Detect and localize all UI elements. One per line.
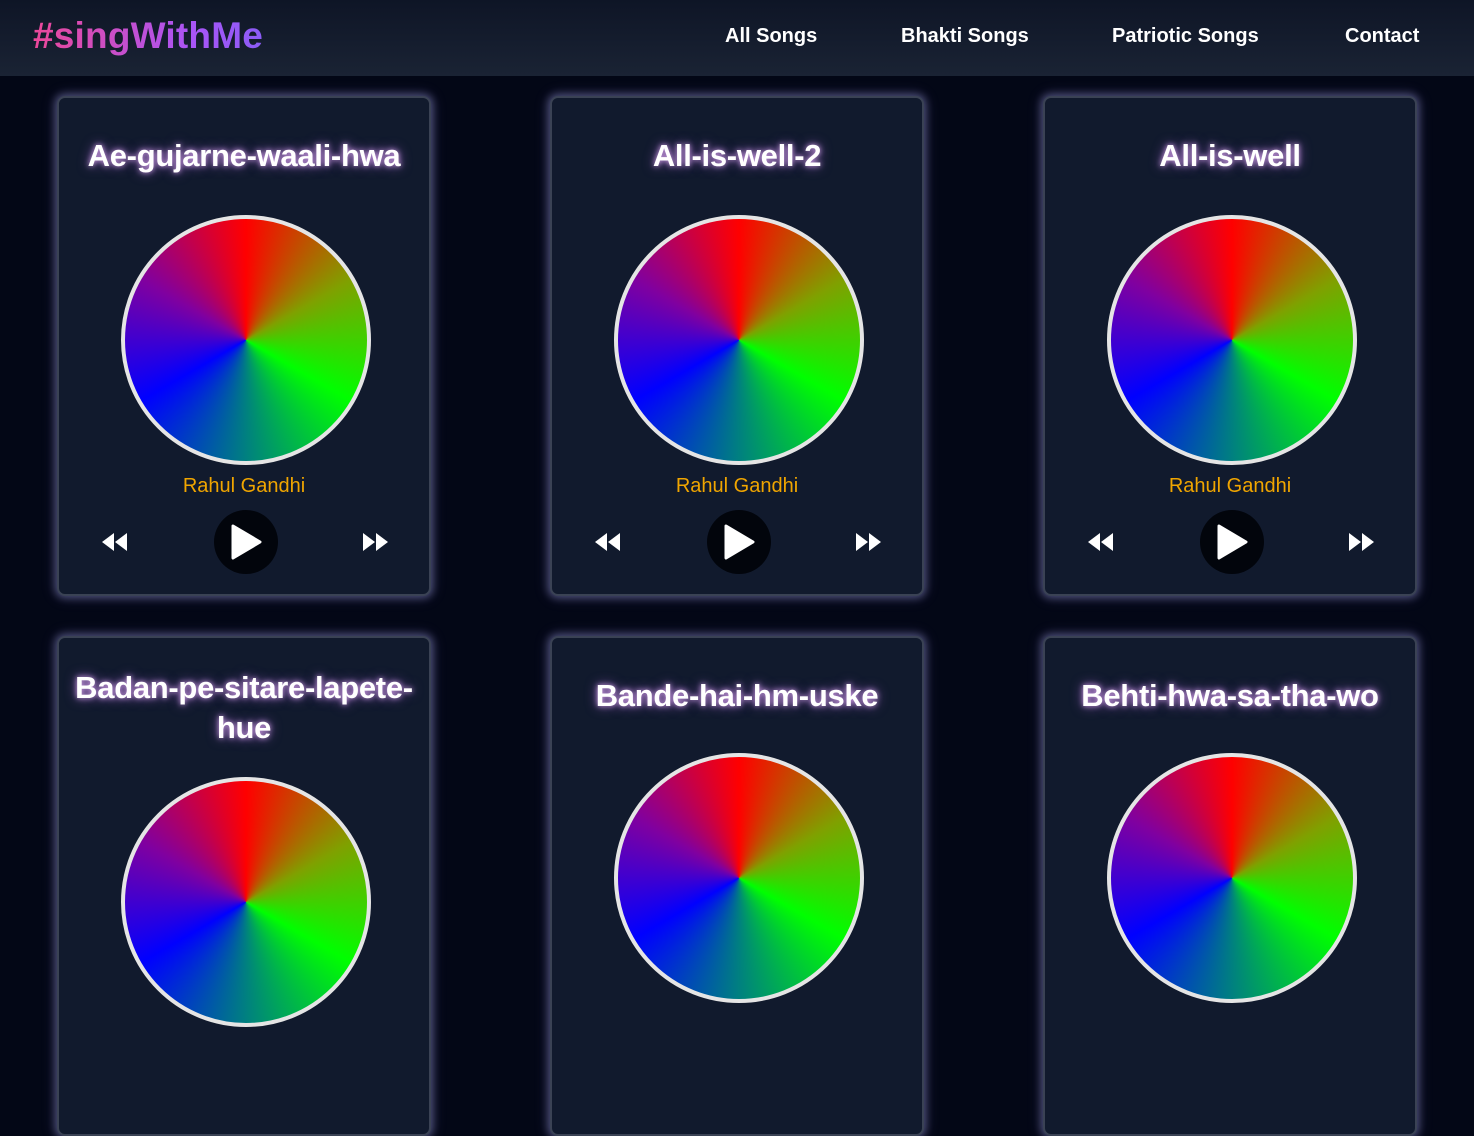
previous-button[interactable] <box>576 510 640 574</box>
player-controls <box>1045 510 1415 574</box>
next-button[interactable] <box>343 510 407 574</box>
song-card: Behti-hwa-sa-tha-wo <box>1043 636 1417 1136</box>
play-icon <box>1217 524 1248 560</box>
song-title: All-is-well <box>1159 138 1301 173</box>
nav-link-patriotic-songs[interactable]: Patriotic Songs <box>1112 24 1259 48</box>
play-button[interactable] <box>707 510 771 574</box>
play-icon <box>724 524 755 560</box>
next-button[interactable] <box>1329 510 1393 574</box>
previous-button[interactable] <box>1069 510 1133 574</box>
song-card: All-is-well-2 Rahul Gandhi <box>550 96 924 596</box>
song-artist: Rahul Gandhi <box>675 475 799 497</box>
navbar: #singWithMe All Songs Bhakti Songs Patri… <box>0 0 1474 76</box>
album-disc[interactable] <box>1107 753 1357 1003</box>
previous-button[interactable] <box>83 510 147 574</box>
play-button[interactable] <box>214 510 278 574</box>
song-title: All-is-well-2 <box>652 138 822 173</box>
nav-link-contact[interactable]: Contact <box>1345 24 1419 48</box>
song-card: Bande-hai-hm-uske <box>550 636 924 1136</box>
song-card: Ae-gujarne-waali-hwa Rahul Gandhi <box>57 96 431 596</box>
song-title: Behti-hwa-sa-tha-wo <box>1081 678 1379 713</box>
song-title: Badan-pe-sitare-lapete-hue <box>75 670 413 745</box>
backward-icon <box>102 533 127 551</box>
forward-icon <box>1349 533 1374 551</box>
player-controls <box>552 510 922 574</box>
album-disc[interactable] <box>121 777 371 1027</box>
album-disc[interactable] <box>614 215 864 465</box>
song-card: Badan-pe-sitare-lapete-hue <box>57 636 431 1136</box>
next-button[interactable] <box>836 510 900 574</box>
forward-icon <box>856 533 881 551</box>
nav-link-bhakti-songs[interactable]: Bhakti Songs <box>901 24 1029 48</box>
site-logo[interactable]: #singWithMe <box>33 14 263 58</box>
album-disc[interactable] <box>1107 215 1357 465</box>
album-disc[interactable] <box>121 215 371 465</box>
song-card: All-is-well Rahul Gandhi <box>1043 96 1417 596</box>
album-disc[interactable] <box>614 753 864 1003</box>
forward-icon <box>363 533 388 551</box>
nav-link-all-songs[interactable]: All Songs <box>725 24 817 48</box>
play-button[interactable] <box>1200 510 1264 574</box>
song-artist: Rahul Gandhi <box>1168 475 1292 497</box>
player-controls <box>59 510 429 574</box>
song-title: Ae-gujarne-waali-hwa <box>87 138 401 173</box>
song-artist: Rahul Gandhi <box>182 475 306 497</box>
play-icon <box>231 524 262 560</box>
backward-icon <box>595 533 620 551</box>
song-title: Bande-hai-hm-uske <box>595 678 879 713</box>
backward-icon <box>1088 533 1113 551</box>
